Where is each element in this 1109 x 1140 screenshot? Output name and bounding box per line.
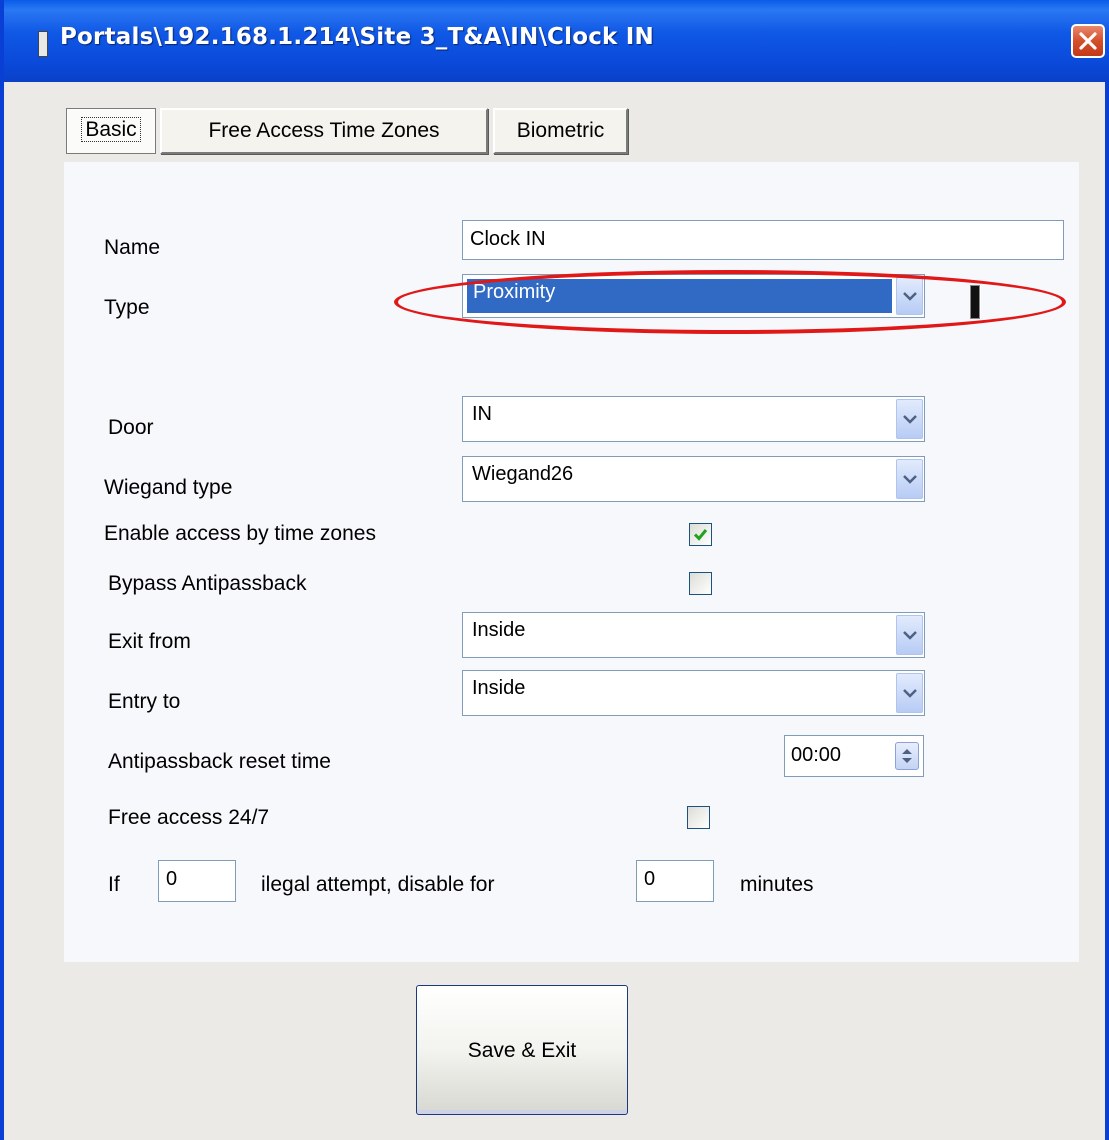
save-exit-button[interactable]: Save & Exit — [416, 985, 628, 1115]
chevron-down-icon — [903, 475, 917, 484]
chevron-down-icon — [903, 631, 917, 640]
time-zones-label: Enable access by time zones — [104, 522, 376, 545]
entry-to-dropdown-button[interactable] — [896, 673, 923, 713]
entry-to-label: Entry to — [108, 690, 181, 713]
attempt-text-label: ilegal attempt, disable for — [261, 873, 495, 896]
name-input[interactable]: Clock IN — [462, 220, 1064, 260]
wiegand-type-select[interactable]: Wiegand26 — [462, 456, 925, 502]
reset-time-label: Antipassback reset time — [108, 750, 331, 773]
tab-biometric[interactable]: Biometric — [493, 108, 628, 154]
exit-from-label: Exit from — [108, 630, 191, 653]
door-label: Door — [108, 416, 154, 439]
close-button[interactable] — [1071, 24, 1105, 58]
wiegand-dropdown-button[interactable] — [896, 459, 923, 499]
window-icon — [38, 31, 48, 57]
tab-biometric-label: Biometric — [516, 119, 605, 142]
reset-time-value: 00:00 — [791, 744, 842, 766]
free-access-label: Free access 24/7 — [108, 806, 270, 829]
door-value: IN — [472, 403, 492, 425]
bypass-antipassback-checkbox[interactable] — [689, 572, 712, 595]
free-access-checkbox[interactable] — [687, 806, 710, 829]
portal-window: Portals\192.168.1.214\Site 3_T&A\IN\Cloc… — [0, 0, 1109, 1140]
door-dropdown-button[interactable] — [896, 399, 923, 439]
check-icon — [693, 529, 708, 541]
tab-basic-label: Basic — [81, 117, 141, 142]
entry-to-select[interactable]: Inside — [462, 670, 925, 716]
wiegand-type-value: Wiegand26 — [472, 463, 574, 485]
close-icon — [1079, 32, 1097, 50]
wiegand-type-label: Wiegand type — [104, 476, 233, 499]
highlight-ellipse — [394, 270, 1066, 334]
spinner-arrows-icon[interactable] — [895, 742, 919, 770]
entry-to-value: Inside — [472, 677, 526, 699]
chevron-down-icon — [903, 415, 917, 424]
exit-from-value: Inside — [472, 619, 526, 641]
bypass-antipassback-label: Bypass Antipassback — [108, 572, 307, 595]
minutes-label: minutes — [740, 873, 814, 896]
tab-free-access-label: Free Access Time Zones — [208, 119, 440, 142]
name-label: Name — [104, 236, 161, 259]
door-select[interactable]: IN — [462, 396, 925, 442]
window-title: Portals\192.168.1.214\Site 3_T&A\IN\Cloc… — [60, 24, 654, 50]
spinner-arrows-svg — [902, 749, 912, 763]
time-zones-checkbox[interactable] — [689, 523, 712, 546]
chevron-down-icon — [903, 689, 917, 698]
attempts-input[interactable]: 0 — [158, 860, 236, 902]
tab-free-access-time-zones[interactable]: Free Access Time Zones — [160, 108, 488, 154]
tab-basic[interactable]: Basic — [66, 108, 156, 154]
exit-from-dropdown-button[interactable] — [896, 615, 923, 655]
title-bar[interactable]: Portals\192.168.1.214\Site 3_T&A\IN\Cloc… — [4, 0, 1109, 82]
minutes-input[interactable]: 0 — [636, 860, 714, 902]
type-label: Type — [104, 296, 150, 319]
reset-time-spinner[interactable]: 00:00 — [784, 735, 924, 777]
exit-from-select[interactable]: Inside — [462, 612, 925, 658]
if-label: If — [108, 873, 120, 896]
